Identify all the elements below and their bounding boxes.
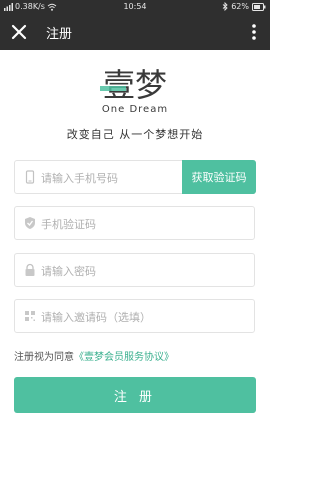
app-bar: 注册 [0,14,270,50]
invite-placeholder: 请输入邀请码（选填） [41,311,151,324]
password-field[interactable]: 请输入密码 [14,253,255,287]
logo-accent [100,86,126,91]
more-vertical-icon [252,24,256,40]
register-button[interactable]: 注 册 [14,377,256,413]
logo-en: One Dream [102,104,168,115]
barcode-icon [25,311,35,321]
agreement-prefix: 注册视为同意 [14,352,74,363]
more-menu-button[interactable] [244,19,264,45]
battery-icon [252,2,266,11]
app-logo: 壹梦 One Dream [0,60,270,116]
agreement-link[interactable]: 《壹梦会员服务协议》 [74,352,174,363]
agreement-text: 注册视为同意《壹梦会员服务协议》 [14,348,174,363]
shield-icon [25,217,35,229]
phone-field[interactable]: 请输入手机号码 获取验证码 [14,160,256,194]
get-code-button[interactable]: 获取验证码 [182,160,256,194]
bluetooth-icon [222,2,228,11]
close-icon [11,24,27,40]
password-placeholder: 请输入密码 [41,265,96,278]
invite-field[interactable]: 请输入邀请码（选填） [14,299,255,333]
battery-percent: 62% [231,2,249,11]
page-title: 注册 [46,27,73,42]
logo-cn: 壹梦 [103,66,167,104]
status-bar: 0.38K/s 10:54 62% [0,0,270,14]
close-button[interactable] [6,19,32,45]
code-field[interactable]: 手机验证码 [14,206,255,240]
phone-placeholder: 请输入手机号码 [41,172,118,185]
code-placeholder: 手机验证码 [41,218,96,231]
slogan: 改变自己 从一个梦想开始 [66,128,204,141]
phone-icon [25,170,35,184]
status-right: 62% [222,2,266,11]
lock-icon [25,263,35,276]
logo-mark: 壹梦 One Dream [100,66,168,115]
